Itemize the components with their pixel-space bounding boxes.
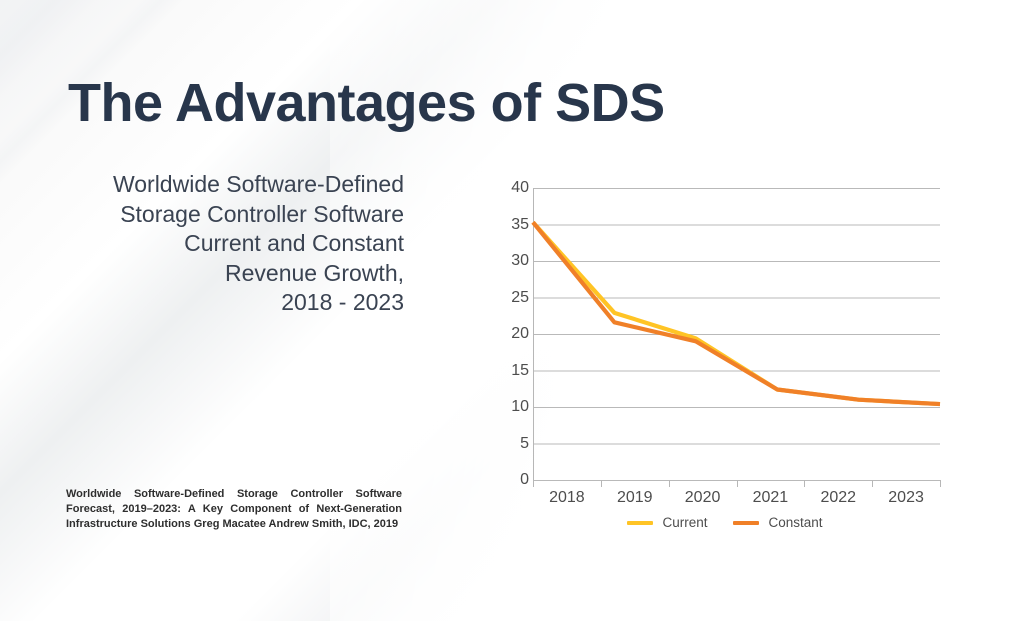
y-axis-tick-label: 10 [511, 398, 529, 415]
y-axis-tick-label: 15 [511, 361, 529, 379]
x-axis-tick-label: 2019 [616, 489, 653, 506]
chart-subtitle: Worldwide Software-Defined Storage Contr… [40, 170, 404, 318]
chart-plot-area [531, 188, 941, 487]
page-title: The Advantages of SDS [68, 73, 665, 133]
x-axis-tick-label: 2023 [888, 489, 924, 506]
y-axis-tick-label: 5 [520, 434, 529, 452]
chart-subtitle-line: Current and Constant [184, 230, 404, 256]
legend-color-swatch [733, 520, 760, 525]
y-axis-tick-label: 20 [511, 325, 529, 342]
source-citation-line: Forecast, 2019–2023: A Key Component of … [66, 503, 402, 515]
legend-item[interactable]: Constant [733, 515, 823, 530]
legend-item[interactable]: Current [627, 515, 707, 530]
legend-label: Constant [768, 515, 823, 530]
y-axis-tick-label: 30 [511, 252, 529, 269]
x-axis-tick-label: 2022 [820, 489, 857, 506]
x-axis-tick-label: 2018 [549, 489, 585, 506]
chart-subtitle-line: Storage Controller Software [120, 200, 404, 227]
legend-color-swatch [627, 520, 654, 525]
chart-subtitle-line: Revenue Growth, [225, 259, 404, 286]
x-axis-tick-label: 2020 [684, 489, 721, 506]
y-axis-tick-label: 0 [520, 471, 529, 488]
y-axis-tick-label: 25 [511, 288, 529, 306]
chart-subtitle-line: Worldwide Software-Defined [112, 171, 404, 197]
y-axis-tick-label: 35 [511, 215, 529, 233]
line-chart: 0 5 10 15 20 25 30 35 40 2018 2019 2020 2021 2022 202… [495, 178, 955, 543]
source-citation-line: Worldwide Software-Defined Storage Contr… [66, 488, 402, 500]
chart-subtitle-line: 2018 - 2023 [281, 289, 404, 315]
chart-legend: Current Constant [495, 515, 955, 530]
source-citation-line: Infrastructure Solutions Greg Macatee An… [66, 518, 399, 530]
slide-canvas: The Advantages of SDS Worldwide Software… [0, 0, 1024, 621]
source-citation: Worldwide Software-Defined Storage Contr… [66, 487, 402, 532]
legend-label: Current [662, 515, 708, 530]
y-axis-tick-label: 40 [511, 179, 529, 196]
x-axis-tick-label: 2021 [752, 489, 789, 506]
